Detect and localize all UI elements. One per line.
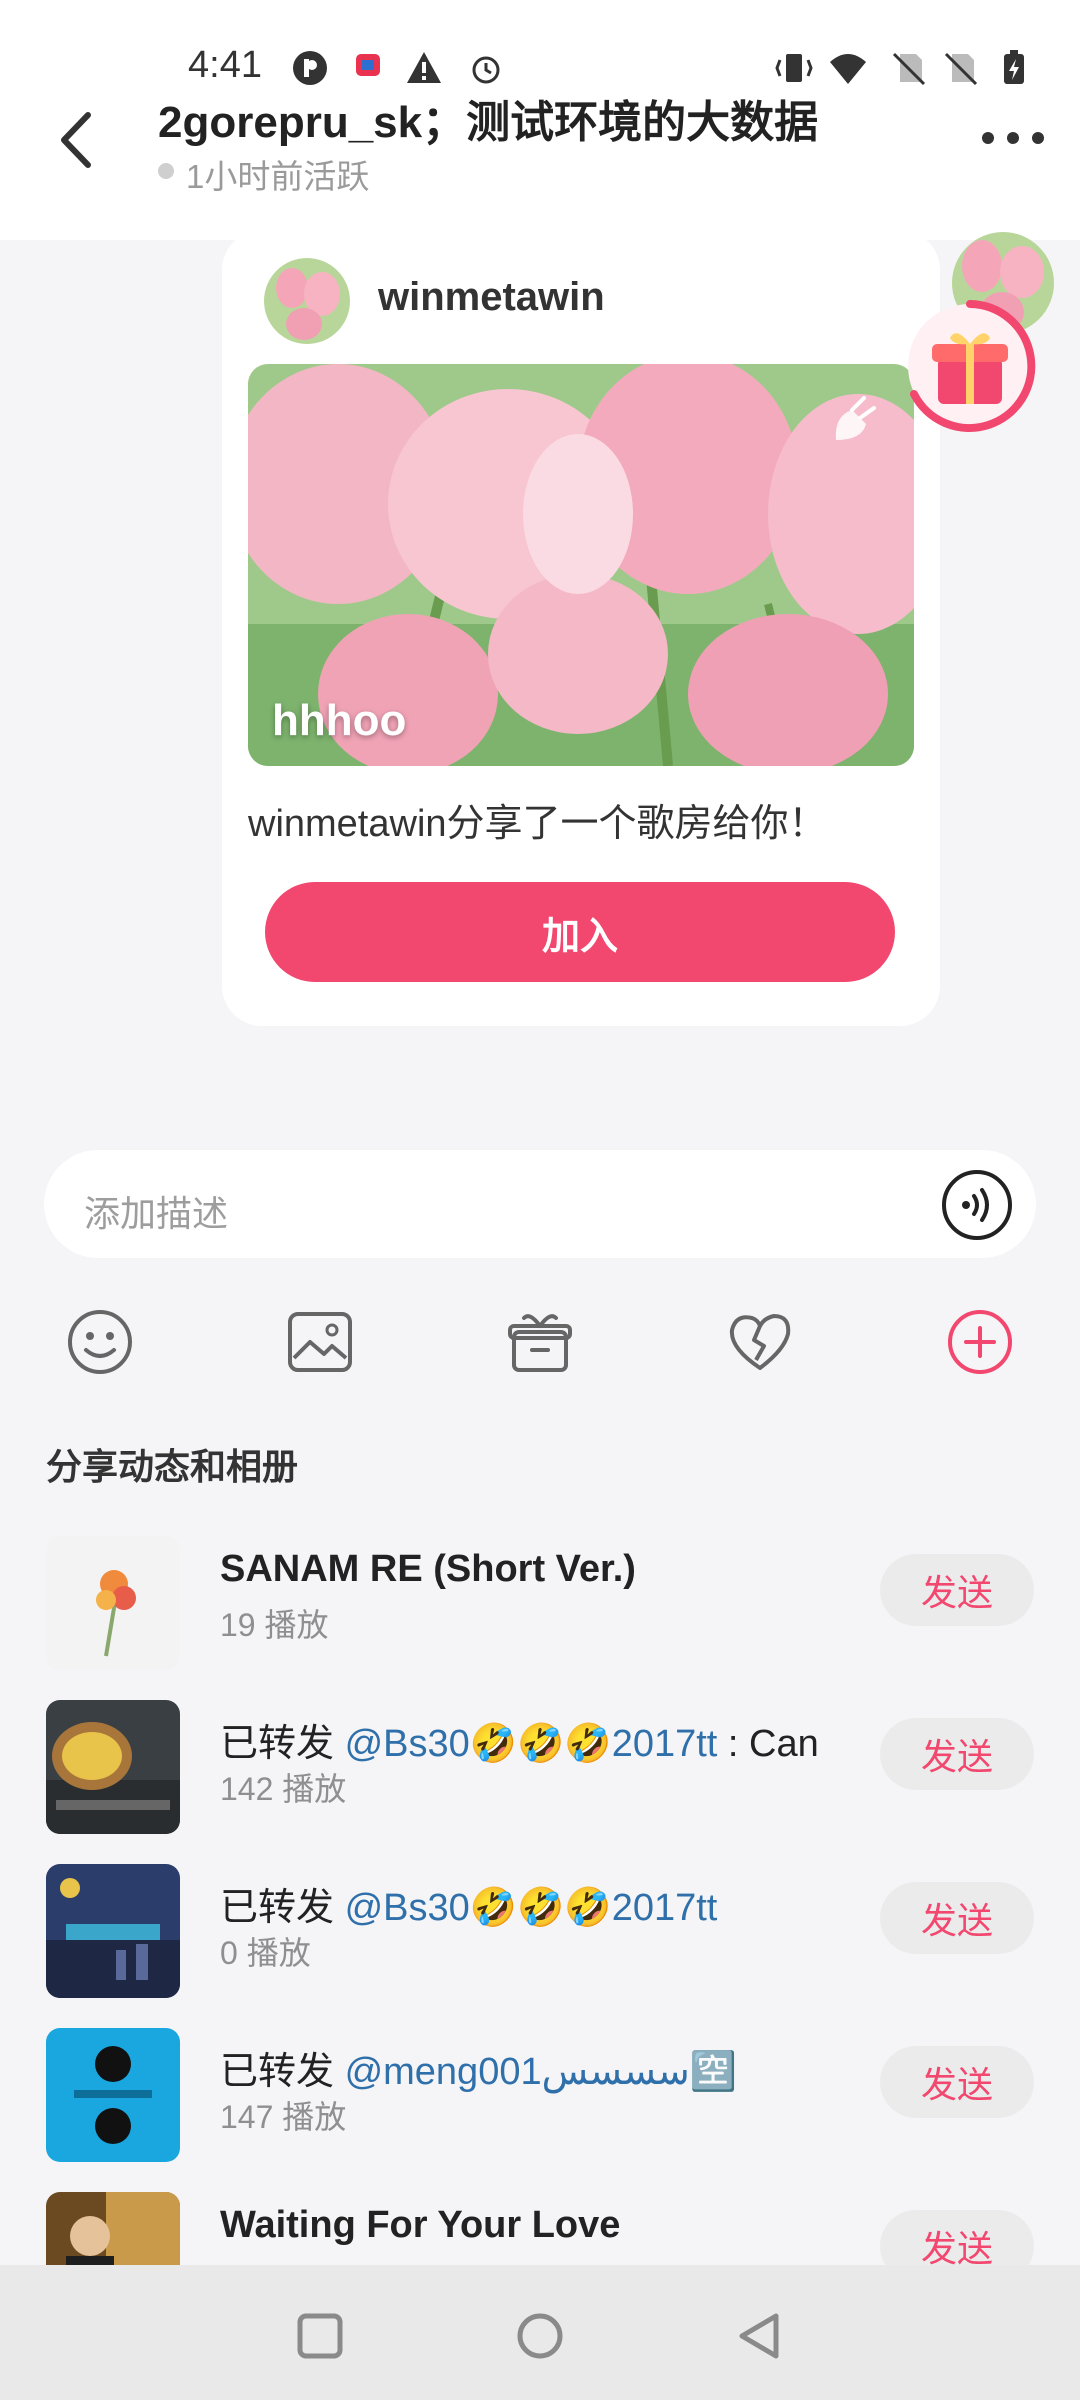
heart-broken-icon[interactable] bbox=[724, 1306, 796, 1378]
item-prefix: 已转发 bbox=[220, 1723, 345, 1765]
city-thumbnail-image bbox=[46, 1864, 180, 1998]
item-prefix: 已转发 bbox=[220, 2051, 345, 2093]
item-thumbnail bbox=[46, 1536, 180, 1670]
chat-title: 2gorepru_sk；测试环境的大数据 bbox=[158, 98, 819, 147]
item-plays: 147 播放 bbox=[220, 2099, 347, 2135]
gift-icon[interactable] bbox=[504, 1306, 576, 1378]
list-item[interactable]: 已转发 @Bs30🤣🤣🤣2017tt : Can 142 播放 发送 bbox=[0, 1700, 1080, 1840]
active-status: 1小时前活跃 bbox=[186, 158, 370, 195]
more-options-button[interactable] bbox=[978, 120, 1048, 156]
share-message: winmetawin分享了一个歌房给你！ bbox=[248, 803, 827, 845]
room-name: hhhoo bbox=[272, 696, 407, 745]
list-item[interactable]: SANAM RE (Short Ver.) 19 播放 发送 bbox=[0, 1536, 1080, 1676]
voice-input-icon[interactable] bbox=[940, 1168, 1014, 1242]
emoji-icon[interactable] bbox=[64, 1306, 136, 1378]
home-icon[interactable] bbox=[510, 2306, 570, 2366]
send-button[interactable]: 发送 bbox=[880, 1718, 1034, 1790]
send-button[interactable]: 发送 bbox=[880, 2210, 1034, 2265]
back-button[interactable] bbox=[48, 105, 108, 175]
tulip-avatar-image bbox=[264, 258, 350, 344]
item-mention[interactable]: @meng001سسسس🈳 bbox=[345, 2051, 737, 2093]
send-button[interactable]: 发送 bbox=[880, 1882, 1034, 1954]
recent-apps-icon[interactable] bbox=[290, 2306, 350, 2366]
sharer-avatar[interactable] bbox=[264, 258, 350, 344]
battery-charging-icon bbox=[1004, 50, 1024, 84]
item-thumbnail bbox=[46, 2192, 180, 2265]
item-plays: 10 播放 bbox=[220, 2256, 329, 2265]
join-button[interactable]: 加入 bbox=[265, 882, 895, 982]
sharer-username[interactable]: winmetawin bbox=[378, 275, 605, 320]
portrait-thumbnail-image bbox=[46, 2192, 180, 2265]
gift-button[interactable] bbox=[900, 298, 1040, 434]
item-mention[interactable]: @Bs30🤣🤣🤣2017tt bbox=[345, 1723, 718, 1765]
warning-icon bbox=[407, 52, 441, 83]
no-sim-icon bbox=[892, 52, 926, 86]
no-sim-2-icon bbox=[944, 52, 978, 86]
list-item[interactable]: 已转发 @meng001سسسس🈳 147 播放 发送 bbox=[0, 2028, 1080, 2168]
plus-icon[interactable] bbox=[944, 1306, 1016, 1378]
item-plays: 0 播放 bbox=[220, 1935, 311, 1971]
vibrate-icon bbox=[775, 54, 813, 82]
item-suffix: : Can bbox=[717, 1723, 819, 1765]
back-nav-icon[interactable] bbox=[730, 2306, 790, 2366]
list-item[interactable]: Waiting For Your Love 10 播放 发送 bbox=[0, 2192, 1080, 2265]
list-item[interactable]: 已转发 @Bs30🤣🤣🤣2017tt 0 播放 发送 bbox=[0, 1864, 1080, 2004]
share-list: SANAM RE (Short Ver.) 19 播放 发送 已转发 @Bs30… bbox=[0, 1520, 1080, 2265]
image-icon[interactable] bbox=[284, 1306, 356, 1378]
alarm-icon bbox=[472, 56, 500, 84]
item-thumbnail bbox=[46, 1700, 180, 1834]
app-p-icon bbox=[293, 51, 327, 85]
ktv-room-icon bbox=[835, 396, 876, 440]
item-thumbnail bbox=[46, 1864, 180, 1998]
item-plays: 19 播放 bbox=[220, 1607, 329, 1643]
description-placeholder: 添加描述 bbox=[84, 1193, 229, 1234]
active-status-dot bbox=[158, 163, 174, 179]
album-thumbnail-image bbox=[46, 2028, 180, 2162]
app-notification-icon bbox=[356, 54, 380, 76]
send-button[interactable]: 发送 bbox=[880, 2046, 1034, 2118]
item-thumbnail bbox=[46, 2028, 180, 2162]
share-section-title: 分享动态和相册 bbox=[46, 1446, 299, 1487]
item-plays: 142 播放 bbox=[220, 1771, 347, 1807]
send-button[interactable]: 发送 bbox=[880, 1554, 1034, 1626]
wifi-icon bbox=[830, 54, 866, 84]
status-time: 4:41 bbox=[188, 44, 262, 86]
item-title: Waiting For Your Love bbox=[220, 2204, 621, 2246]
flower-thumbnail-image bbox=[46, 1536, 180, 1670]
item-mention[interactable]: @Bs30🤣🤣🤣2017tt bbox=[345, 1887, 718, 1929]
item-title: SANAM RE (Short Ver.) bbox=[220, 1548, 636, 1590]
video-thumbnail-image bbox=[46, 1700, 180, 1834]
item-prefix: 已转发 bbox=[220, 1887, 345, 1929]
